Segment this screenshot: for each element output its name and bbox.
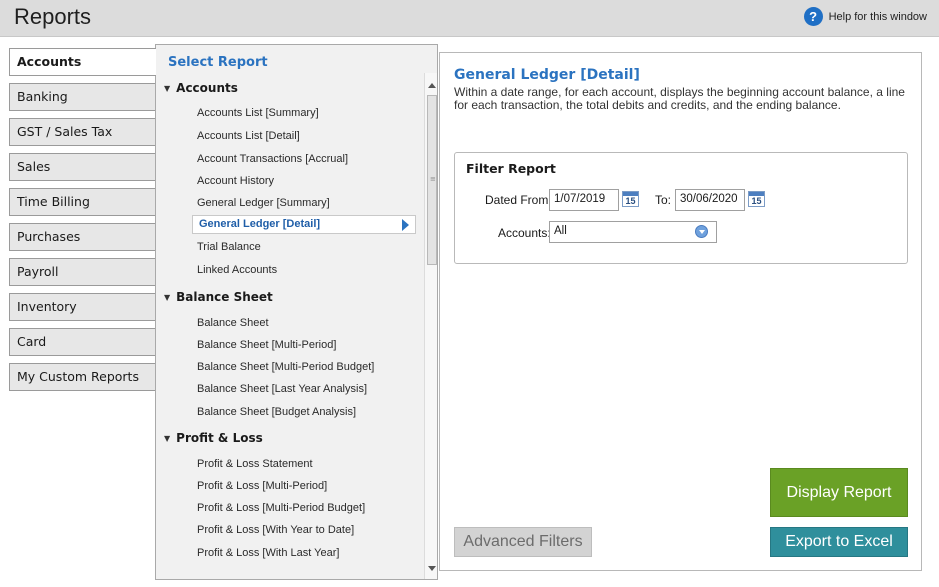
calendar-icon[interactable]: 15 [748,191,765,207]
grip-icon: ≡ [430,175,436,183]
help-icon[interactable]: ? [803,7,823,26]
category-tabs: Accounts Banking GST / Sales Tax Sales T… [9,48,156,398]
tab-banking[interactable]: Banking [9,83,156,111]
tab-inventory[interactable]: Inventory [9,293,156,321]
title-bar: Reports ? Help for this window [0,0,939,37]
help-link[interactable]: ? Help for this window [803,7,927,26]
tab-purchases[interactable]: Purchases [9,223,156,251]
tab-gst-sales-tax[interactable]: GST / Sales Tax [9,118,156,146]
group-balance-sheet[interactable]: ▼ Balance Sheet [164,290,273,304]
report-item[interactable]: Account Transactions [Accrual] [197,153,348,165]
report-item[interactable]: Balance Sheet [Multi-Period] [197,339,336,351]
report-item[interactable]: Profit & Loss Statement [197,458,313,470]
report-item[interactable]: Accounts List [Detail] [197,130,300,142]
tab-sales[interactable]: Sales [9,153,156,181]
group-accounts[interactable]: ▼ Accounts [164,81,238,95]
report-title: General Ledger [Detail] [454,67,640,83]
scroll-down-arrow-icon[interactable] [428,566,436,571]
dated-from-field[interactable]: 1/07/2019 [549,189,619,211]
report-item-selected[interactable]: General Ledger [Detail] [192,215,416,234]
list-scrollbar[interactable]: ≡ [424,73,437,579]
window-title: Reports [14,4,92,29]
accounts-label: Accounts: [498,226,551,240]
report-item[interactable]: Profit & Loss [Multi-Period] [197,480,327,492]
to-date-field[interactable]: 30/06/2020 [675,189,745,211]
group-label: Profit & Loss [176,431,263,445]
display-report-button[interactable]: Display Report [770,468,908,517]
report-item[interactable]: Profit & Loss [With Year to Date] [197,524,354,536]
scroll-up-arrow-icon[interactable] [428,83,436,88]
chevron-down-icon[interactable] [695,225,708,238]
tab-payroll[interactable]: Payroll [9,258,156,286]
tab-time-billing[interactable]: Time Billing [9,188,156,216]
report-item-label: General Ledger [Detail] [199,218,321,230]
group-profit-loss[interactable]: ▼ Profit & Loss [164,431,263,445]
scroll-thumb[interactable]: ≡ [427,95,437,265]
group-label: Balance Sheet [176,290,273,304]
advanced-filters-button[interactable]: Advanced Filters [454,527,592,557]
report-item[interactable]: Linked Accounts [197,264,277,276]
collapse-triangle-icon[interactable]: ▼ [164,84,170,93]
filter-heading: Filter Report [466,161,556,176]
report-item[interactable]: Profit & Loss [Multi-Period Budget] [197,502,365,514]
help-label[interactable]: Help for this window [829,11,927,23]
group-label: Accounts [176,81,238,95]
collapse-triangle-icon[interactable]: ▼ [164,434,170,443]
report-item[interactable]: Trial Balance [197,241,261,253]
accounts-select[interactable]: All [549,221,717,243]
report-item[interactable]: General Ledger [Summary] [197,197,330,209]
accounts-value: All [554,225,567,237]
report-item[interactable]: Balance Sheet [Last Year Analysis] [197,383,367,395]
report-item[interactable]: Balance Sheet [197,317,269,329]
select-report-heading: Select Report [168,55,268,70]
report-item[interactable]: Profit & Loss [With Last Year] [197,547,339,559]
tab-card[interactable]: Card [9,328,156,356]
report-list-panel: Select Report ▼ Accounts Accounts List [S… [155,44,438,580]
report-item[interactable]: Balance Sheet [Budget Analysis] [197,406,356,418]
report-item[interactable]: Account History [197,175,274,187]
tab-accounts[interactable]: Accounts [9,48,156,76]
report-item[interactable]: Accounts List [Summary] [197,107,319,119]
dated-from-label: Dated From: [485,193,552,207]
filter-report-box: Filter Report Dated From: 1/07/2019 15 T… [454,152,908,264]
report-detail-panel: General Ledger [Detail] Within a date ra… [439,52,922,571]
collapse-triangle-icon[interactable]: ▼ [164,293,170,302]
tab-my-custom-reports[interactable]: My Custom Reports [9,363,156,391]
calendar-day: 15 [751,196,762,206]
to-label: To: [655,193,672,207]
report-item[interactable]: Balance Sheet [Multi-Period Budget] [197,361,374,373]
calendar-day: 15 [625,196,636,206]
calendar-icon[interactable]: 15 [622,191,639,207]
export-to-excel-button[interactable]: Export to Excel [770,527,908,557]
play-arrow-icon [402,219,409,231]
report-description: Within a date range, for each account, d… [454,85,905,112]
